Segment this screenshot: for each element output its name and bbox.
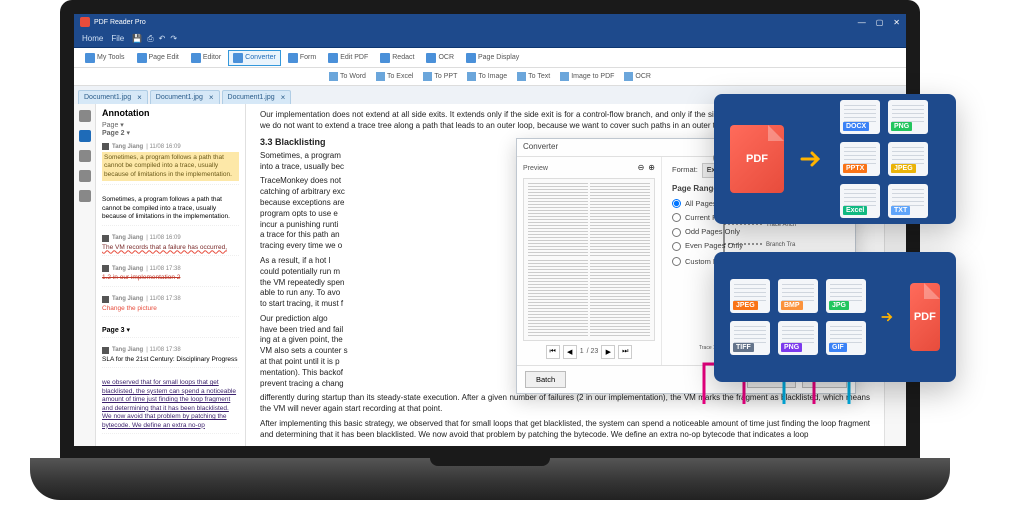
pager-page: 1 [580, 347, 584, 356]
ribbon: Home File 💾 ⎙ ↶ ↷ [74, 30, 906, 48]
subtool-to-image[interactable]: To Image [463, 71, 511, 82]
undo-icon[interactable]: ↶ [159, 34, 166, 44]
format-chip-gif: GIF [826, 321, 866, 355]
pdf-file-icon: PDF [730, 125, 784, 193]
pager: ⏮ ◀ 1 / 23 ▶ ⏭ [523, 345, 655, 359]
doc-para: differently during startup than its stea… [260, 393, 870, 415]
search-icon[interactable] [79, 170, 91, 182]
title-bar: PDF Reader Pro — ▢ ✕ [74, 14, 906, 30]
batch-button[interactable]: Batch [525, 371, 566, 388]
zoom-out-icon[interactable]: ⊖ [638, 163, 645, 174]
window-close-icon[interactable]: ✕ [893, 18, 900, 27]
subtool-ocr[interactable]: OCR [620, 71, 655, 82]
document-tab[interactable]: Document1.jpg× [78, 90, 148, 104]
radio-even[interactable]: Even Pages Only [672, 241, 845, 251]
ribbon-file[interactable]: File [111, 34, 124, 43]
tool-edit-pdf[interactable]: Edit PDF [323, 50, 373, 66]
format-chip-jpg: JPG [826, 279, 866, 313]
subtool-to-word[interactable]: To Word [325, 71, 370, 82]
tool-page-edit[interactable]: Page Edit [132, 50, 184, 66]
left-tool-rail [74, 104, 96, 446]
annotation-title: Annotation [102, 108, 239, 118]
format-chip-tiff: TIFF [730, 321, 770, 355]
radio-odd[interactable]: Odd Pages Only [672, 227, 845, 237]
subtool-to-excel[interactable]: To Excel [372, 71, 417, 82]
main-toolbar: My ToolsPage EditEditorConverterFormEdit… [74, 48, 906, 68]
document-tab[interactable]: Document1.jpg× [222, 90, 292, 104]
card-pdf-to-formats: PDF DOCXPNGPPTXJPEGExcelTXT [714, 94, 956, 224]
format-chip-pptx: PPTX [840, 142, 880, 176]
subtool-to-text[interactable]: To Text [513, 71, 554, 82]
format-chip-txt: TXT [888, 184, 928, 218]
tool-my-tools[interactable]: My Tools [80, 50, 130, 66]
format-chip-docx: DOCX [840, 100, 880, 134]
pager-total: / 23 [587, 347, 599, 356]
format-chip-excel: Excel [840, 184, 880, 218]
window-min-icon[interactable]: — [858, 18, 866, 27]
format-label: Format: [672, 165, 698, 175]
subtool-to-ppt[interactable]: To PPT [419, 71, 461, 82]
annotation-item[interactable]: Page 3 ▾ [102, 323, 239, 338]
pager-first-button[interactable]: ⏮ [546, 345, 560, 359]
preview-label: Preview [523, 164, 548, 173]
tool-page-display[interactable]: Page Display [461, 50, 524, 66]
pager-next-button[interactable]: ▶ [601, 345, 615, 359]
tool-redact[interactable]: Redact [375, 50, 419, 66]
redo-icon[interactable]: ↷ [170, 34, 177, 44]
arrow-icon [880, 303, 896, 331]
zoom-in-icon[interactable]: ⊕ [648, 163, 655, 174]
annotation-item[interactable]: Tang Jiang | 11/08 16:09The VM records t… [102, 232, 239, 256]
doc-para: After implementing this basic strategy, … [260, 419, 870, 441]
format-chip-jpeg: JPEG [888, 142, 928, 176]
dialog-title: Converter [523, 142, 558, 153]
tab-close-icon[interactable]: × [137, 93, 142, 102]
pdf-file-icon: PDF [910, 283, 940, 351]
tab-close-icon[interactable]: × [209, 93, 214, 102]
tool-ocr[interactable]: OCR [421, 50, 459, 66]
page-selector-label[interactable]: Page [102, 122, 118, 129]
pager-last-button[interactable]: ⏭ [618, 345, 632, 359]
format-chip-png: PNG [778, 321, 818, 355]
tool-editor[interactable]: Editor [186, 50, 226, 66]
tab-close-icon[interactable]: × [281, 93, 286, 102]
print-icon[interactable]: ⎙ [147, 34, 153, 44]
annotation-item[interactable]: Tang Jiang | 11/08 16:09Sometimes, a pro… [102, 140, 239, 185]
annotation-item[interactable]: Tang Jiang | 11/08 17:381.2 in our imple… [102, 262, 239, 286]
page-thumbnail [523, 178, 655, 341]
bookmark-icon[interactable] [79, 190, 91, 202]
card-formats-to-pdf: JPEGBMPJPG TIFFPNGGIF PDF [714, 252, 956, 382]
annotation-item[interactable]: we observed that for small loops that ge… [102, 374, 239, 434]
sub-toolbar: To WordTo ExcelTo PPTTo ImageTo TextImag… [74, 68, 906, 86]
tool-form[interactable]: Form [283, 50, 321, 66]
ribbon-home[interactable]: Home [82, 34, 103, 43]
app-logo [80, 17, 90, 27]
subtool-image-to-pdf[interactable]: Image to PDF [556, 71, 618, 82]
annotation-item[interactable]: Sometimes, a program follows a path that… [102, 191, 239, 225]
annotation-item[interactable]: Tang Jiang | 11/08 17:38Change the pictu… [102, 293, 239, 317]
format-chip-jpeg: JPEG [730, 279, 770, 313]
annotation-panel: Annotation Page ▾ Page 2 ▾ Tang Jiang | … [96, 104, 246, 446]
window-max-icon[interactable]: ▢ [876, 18, 884, 27]
outline-icon[interactable] [79, 150, 91, 162]
document-tab[interactable]: Document1.jpg× [150, 90, 220, 104]
thumbnail-icon[interactable] [79, 110, 91, 122]
annotation-icon[interactable] [79, 130, 91, 142]
arrow-icon [798, 145, 826, 173]
format-chip-png: PNG [888, 100, 928, 134]
page-indicator: Page 2 [102, 130, 125, 137]
pager-prev-button[interactable]: ◀ [563, 345, 577, 359]
annotation-item[interactable]: Tang Jiang | 11/08 17:38SLA for the 21st… [102, 344, 239, 368]
format-chip-bmp: BMP [778, 279, 818, 313]
save-icon[interactable]: 💾 [132, 34, 142, 44]
tool-converter[interactable]: Converter [228, 50, 281, 66]
quick-icons: 💾 ⎙ ↶ ↷ [132, 34, 177, 44]
app-title: PDF Reader Pro [94, 19, 146, 26]
